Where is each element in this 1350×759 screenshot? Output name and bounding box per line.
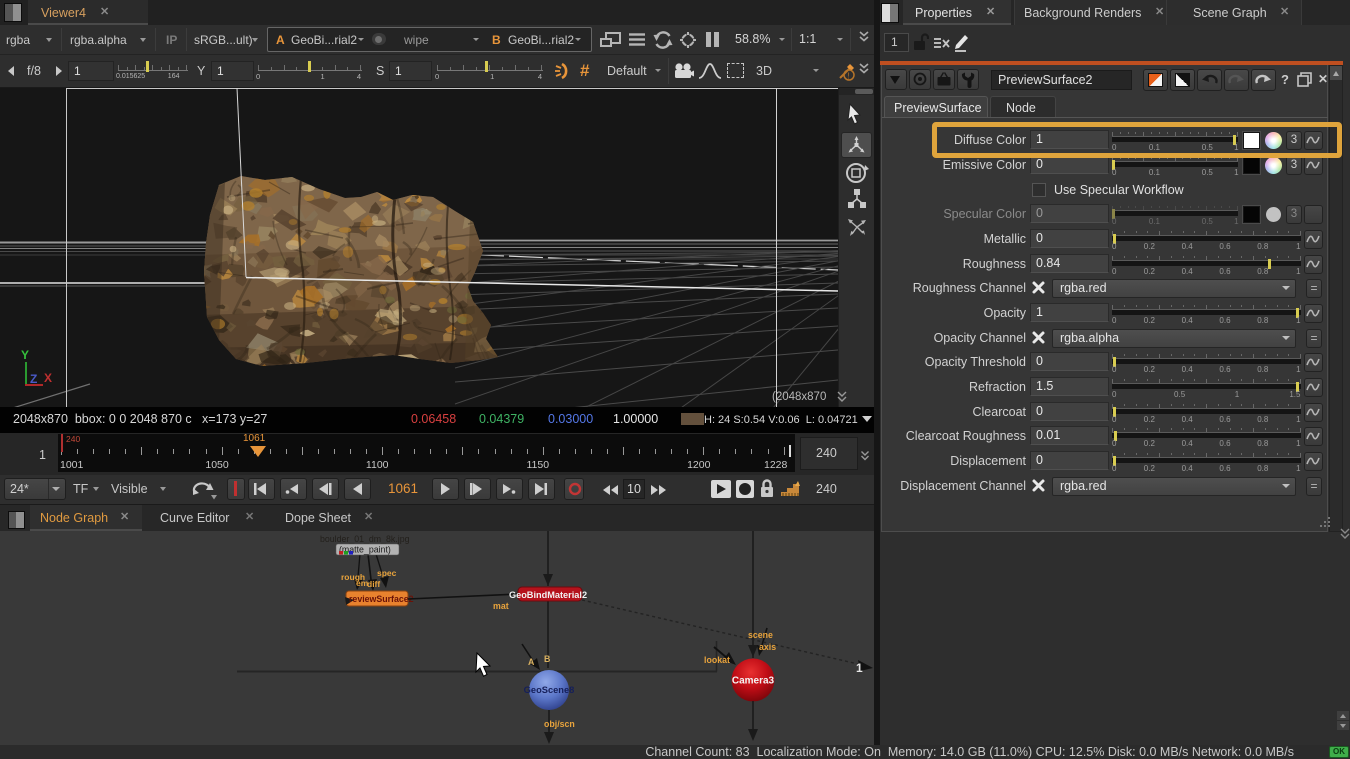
svg-text:X: X bbox=[44, 371, 52, 385]
svg-text:B: B bbox=[544, 654, 550, 664]
svg-text:scene: scene bbox=[748, 630, 773, 640]
svg-text:1: 1 bbox=[856, 661, 863, 675]
svg-text:diff: diff bbox=[367, 579, 380, 589]
svg-text:reviewSurface2: reviewSurface2 bbox=[349, 594, 414, 604]
svg-text:lookat: lookat bbox=[704, 655, 730, 665]
svg-text:mat: mat bbox=[493, 601, 509, 611]
svg-text:Camera3: Camera3 bbox=[732, 676, 775, 687]
svg-text:axis: axis bbox=[759, 642, 776, 652]
svg-text:obj/scn: obj/scn bbox=[544, 719, 575, 729]
svg-text:A: A bbox=[528, 657, 535, 667]
svg-text:Z: Z bbox=[30, 372, 37, 386]
svg-text:GeoBindMaterial2: GeoBindMaterial2 bbox=[509, 590, 587, 600]
svg-text:boulder_01_dm_8k.jpg: boulder_01_dm_8k.jpg bbox=[320, 534, 410, 544]
svg-text:spec: spec bbox=[377, 568, 397, 578]
svg-text:!: ! bbox=[848, 72, 850, 81]
svg-text:GeoScene8: GeoScene8 bbox=[524, 685, 575, 695]
svg-text:Y: Y bbox=[21, 348, 29, 362]
